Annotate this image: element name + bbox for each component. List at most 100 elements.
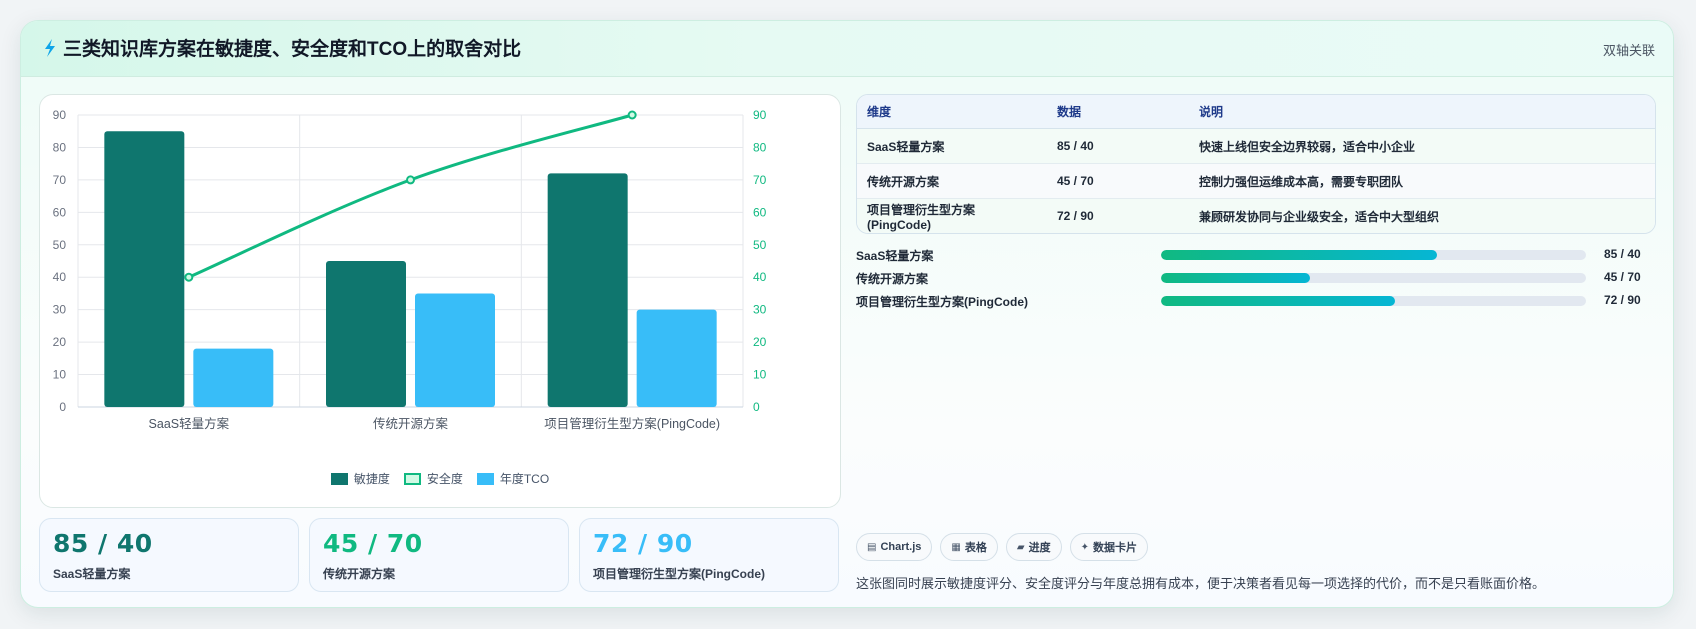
table-row: SaaS轻量方案 85 / 40 快速上线但安全边界较弱，适合中小企业 — [857, 128, 1655, 164]
y-right-tick-label: 30 — [753, 303, 767, 317]
y-right-tick-label: 50 — [753, 238, 767, 252]
progress-fill — [1161, 296, 1395, 306]
progress-track — [1161, 273, 1586, 283]
chart-icon: ▤ — [867, 541, 877, 553]
progress-label: 传统开源方案 — [856, 272, 929, 286]
chip-label: Chart.js — [880, 541, 922, 553]
chip-chartjs[interactable]: ▤ Chart.js — [856, 533, 933, 561]
chip-data-cards[interactable]: ✦ 数据卡片 — [1069, 533, 1148, 561]
table-cell: 快速上线但安全边界较弱，适合中小企业 — [1189, 128, 1655, 164]
column-header: 维度 — [857, 95, 1047, 129]
table-cell: 控制力强但运维成本高，需要专职团队 — [1189, 163, 1655, 199]
table-cell: 兼顾研发协同与企业级安全，适合中大型组织 — [1189, 198, 1655, 233]
legend-swatch-tco — [476, 472, 494, 485]
point-security — [184, 272, 194, 282]
table-cell: 项目管理衍生型方案(PingCode) — [857, 198, 1047, 233]
table-cell: 45 / 70 — [1047, 163, 1189, 199]
chip-progress[interactable]: ▰ 进度 — [1005, 533, 1062, 561]
dual-axis-link[interactable]: 双轴关联 — [1603, 40, 1655, 59]
chart-description: 这张图同时展示敏捷度评分、安全度评分与年度总拥有成本，便于决策者看见每一项选择的… — [856, 576, 1546, 591]
table-icon: ▦ — [951, 541, 961, 553]
y-left-tick-label: 50 — [53, 238, 67, 252]
y-right-tick-label: 40 — [753, 270, 767, 284]
progress-label: 项目管理衍生型方案(PingCode) — [856, 295, 1028, 309]
y-right-tick-label: 80 — [753, 140, 767, 154]
progress-value: 45 / 70 — [1604, 270, 1641, 284]
lightning-icon — [45, 39, 55, 57]
progress-row: 项目管理衍生型方案(PingCode) 72 / 90 — [856, 291, 1656, 313]
combo-chart: 0 10 20 30 40 50 60 70 80 90 0 10 20 30 40 50 60 70 80 90 Sa… — [53, 108, 767, 431]
bar-agility — [104, 131, 185, 407]
progress-fill — [1161, 273, 1310, 283]
y-right-tick-label: 20 — [753, 335, 767, 349]
point-security — [406, 175, 415, 185]
stat-label: SaaS轻量方案 — [53, 567, 131, 581]
chip-table[interactable]: ▦ 表格 — [940, 533, 998, 561]
stat-label: 传统开源方案 — [323, 567, 396, 581]
bar-tco — [415, 293, 495, 407]
stat-value: 45 / 70 — [323, 529, 423, 558]
progress-fill — [1161, 250, 1438, 260]
y-right-tick-label: 10 — [753, 368, 767, 382]
legend-swatch-agility — [330, 472, 348, 485]
stat-value: 72 / 90 — [593, 529, 693, 558]
point-security — [627, 110, 637, 120]
chip-label: 表格 — [964, 542, 987, 554]
sparkle-icon: ✦ — [1080, 541, 1089, 553]
table-row: 项目管理衍生型方案(PingCode) 72 / 90 兼顾研发协同与企业级安全… — [857, 198, 1655, 233]
y-right-tick-label: 60 — [753, 205, 767, 219]
stat-label: 项目管理衍生型方案(PingCode) — [593, 567, 765, 581]
stat-card-opensource: 45 / 70 传统开源方案 — [309, 518, 569, 592]
legend-swatch-security — [403, 472, 421, 485]
table-cell: 传统开源方案 — [857, 163, 1047, 199]
stat-card-saas: 85 / 40 SaaS轻量方案 — [39, 518, 299, 592]
y-left-tick-label: 80 — [53, 140, 67, 154]
progress-value: 72 / 90 — [1604, 293, 1641, 307]
y-left-tick-label: 90 — [53, 108, 67, 122]
legend-label-security: 安全度 — [426, 472, 463, 486]
dashboard-card: 三类知识库方案在敏捷度、安全度和TCO上的取舍对比 双轴关联 0 10 20 30 40… — [20, 20, 1674, 608]
progress-track — [1161, 296, 1586, 306]
table-cell: 85 / 40 — [1047, 128, 1189, 164]
comparison-table: 维度 数据 说明 SaaS轻量方案 85 / 40 快速上线但安全边界较弱，适合… — [856, 94, 1656, 234]
y-left-tick-label: 20 — [53, 335, 67, 349]
y-right-tick-label: 0 — [753, 400, 760, 414]
progress-row: SaaS轻量方案 85 / 40 — [856, 245, 1656, 267]
chip-label: 数据卡片 — [1092, 542, 1137, 554]
stat-card-pingcode: 72 / 90 项目管理衍生型方案(PingCode) — [579, 518, 839, 592]
table-cell: 72 / 90 — [1047, 198, 1189, 233]
chart-legend: 敏捷度 安全度 年度TCO — [40, 470, 840, 487]
table-header-row: 维度 数据 说明 — [857, 95, 1655, 129]
x-tick-label: SaaS轻量方案 — [149, 416, 230, 431]
progress-track — [1161, 250, 1586, 260]
bar-agility — [326, 261, 406, 407]
card-header: 三类知识库方案在敏捷度、安全度和TCO上的取舍对比 双轴关联 — [21, 21, 1673, 77]
y-left-tick-label: 30 — [53, 303, 67, 317]
table-cell: SaaS轻量方案 — [857, 128, 1047, 164]
progress-value: 85 / 40 — [1604, 247, 1641, 261]
tech-chips: ▤ Chart.js ▦ 表格 ▰ 进度 ✦ 数据卡片 — [856, 533, 1148, 561]
legend-item-tco[interactable]: 年度TCO — [476, 470, 550, 487]
y-right-tick-label: 70 — [753, 173, 767, 187]
legend-label-tco: 年度TCO — [499, 472, 550, 486]
table-row: 传统开源方案 45 / 70 控制力强但运维成本高，需要专职团队 — [857, 163, 1655, 199]
chip-label: 进度 — [1028, 542, 1051, 554]
y-left-tick-label: 70 — [53, 173, 67, 187]
y-right-tick-label: 90 — [753, 108, 767, 122]
legend-label-agility: 敏捷度 — [353, 472, 390, 486]
column-header: 数据 — [1047, 95, 1189, 129]
legend-item-agility[interactable]: 敏捷度 — [330, 470, 390, 487]
y-left-tick-label: 60 — [53, 205, 67, 219]
y-left-tick-label: 40 — [53, 270, 67, 284]
x-tick-label: 传统开源方案 — [373, 416, 449, 431]
progress-icon: ▰ — [1016, 541, 1025, 553]
bar-tco — [636, 309, 717, 407]
bar-agility — [547, 173, 628, 407]
stat-value: 85 / 40 — [53, 529, 153, 558]
page-title: 三类知识库方案在敏捷度、安全度和TCO上的取舍对比 — [63, 39, 522, 60]
chart-panel: 0 10 20 30 40 50 60 70 80 90 0 10 20 30 40 50 60 70 80 90 Sa… — [39, 94, 841, 508]
legend-item-security[interactable]: 安全度 — [403, 470, 463, 487]
y-left-tick-label: 10 — [53, 368, 67, 382]
stat-cards: 85 / 40 SaaS轻量方案 45 / 70 传统开源方案 72 / 90 … — [39, 518, 841, 592]
y-left-tick-label: 0 — [59, 400, 66, 414]
